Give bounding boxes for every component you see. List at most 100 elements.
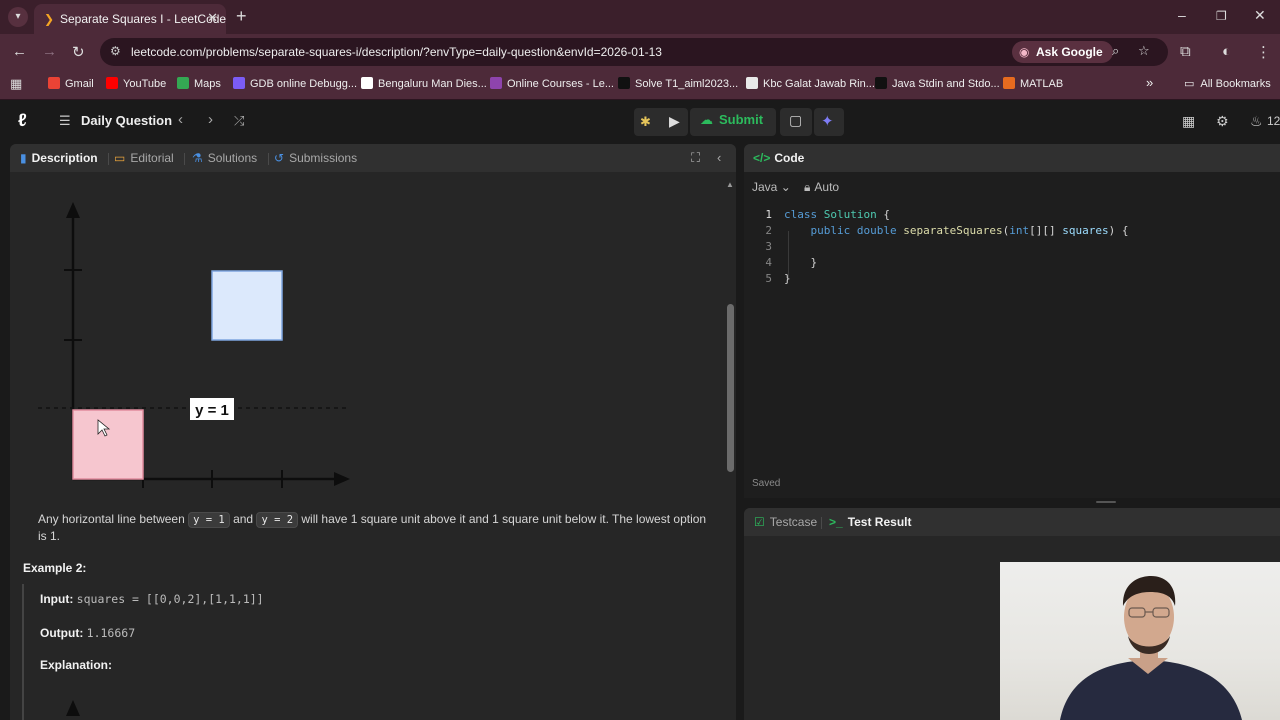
- description-scrollbar[interactable]: ▲: [726, 180, 734, 720]
- line-number: 5: [765, 272, 772, 285]
- example-explanation: Explanation:: [40, 658, 112, 672]
- debug-bug-icon[interactable]: ✱: [640, 114, 651, 130]
- code-line[interactable]: 3: [744, 240, 1280, 256]
- bookmark-star-icon[interactable]: ☆: [1138, 43, 1150, 59]
- profile-avatar-icon[interactable]: ◐: [1222, 43, 1231, 60]
- bookmark-label: GDB online Debugg...: [250, 78, 358, 90]
- code-line[interactable]: 4 }: [744, 256, 1280, 272]
- bookmark-solve[interactable]: Solve T1_aiml2023...: [618, 77, 738, 90]
- next-problem-icon[interactable]: ›: [208, 111, 213, 128]
- browser-menu-icon[interactable]: ⋮: [1256, 43, 1271, 61]
- document-icon: ▮: [20, 151, 27, 165]
- tab-divider: [821, 517, 822, 529]
- new-tab-icon[interactable]: +: [236, 6, 247, 27]
- example-explanation-text: Any horizontal line between y = 1 and y …: [38, 511, 708, 545]
- bookmark-online-courses[interactable]: Online Courses - Le...: [490, 77, 614, 90]
- bookmark-label: MATLAB: [1020, 78, 1064, 90]
- more-bookmarks-icon[interactable]: »: [1146, 75, 1153, 90]
- tab-testcase[interactable]: ☑ Testcase: [754, 515, 817, 529]
- bookmark-matlab[interactable]: MATLAB: [1003, 77, 1063, 90]
- back-icon[interactable]: ←: [12, 43, 27, 60]
- tab-submissions[interactable]: ↺ Submissions: [274, 151, 357, 165]
- extensions-icon[interactable]: ⧉: [1180, 43, 1191, 60]
- site-info-icon[interactable]: ⚙: [110, 44, 121, 58]
- kbc-icon: [746, 77, 758, 89]
- code-line[interactable]: 2 public double separateSquares(int[][] …: [744, 224, 1280, 240]
- param-name: squares: [1062, 224, 1109, 237]
- line-label: y = 1: [195, 402, 229, 419]
- submit-button[interactable]: ☁ Submit: [700, 112, 763, 128]
- auto-label: Auto: [814, 180, 840, 194]
- bookmark-label: Online Courses - Le...: [507, 78, 614, 90]
- bookmark-kbc[interactable]: Kbc Galat Jawab Rin...: [746, 77, 875, 90]
- problem-list-icon[interactable]: ☰: [59, 113, 71, 129]
- notes-icon[interactable]: ▢: [789, 112, 802, 129]
- address-bar-row: ← → ↻ ⚙ leetcode.com/problems/separate-s…: [0, 34, 1280, 70]
- keyword: class: [784, 208, 818, 221]
- flask-icon: ⚗: [192, 151, 203, 165]
- auto-mode[interactable]: 🔒︎ Auto: [804, 180, 839, 195]
- example-2-block: Input: squares = [[0,0,2],[1,1,1]] Outpu…: [22, 584, 712, 720]
- code-line[interactable]: 1 class Solution {: [744, 208, 1280, 224]
- example-output: Output: 1.16667: [40, 626, 135, 640]
- forward-icon[interactable]: →: [42, 43, 57, 60]
- language-select[interactable]: Java ⌄: [752, 180, 791, 194]
- zoom-search-icon[interactable]: ⌕: [1112, 43, 1119, 59]
- ask-google-label: Ask Google: [1036, 45, 1103, 59]
- leetcode-logo-icon[interactable]: ℓ: [18, 110, 27, 131]
- url-text[interactable]: leetcode.com/problems/separate-squares-i…: [131, 45, 662, 59]
- bookmark-youtube[interactable]: YouTube: [106, 77, 166, 90]
- reload-icon[interactable]: ↻: [72, 43, 85, 61]
- tab-solutions[interactable]: ⚗ Solutions: [192, 151, 257, 165]
- apps-grid-icon[interactable]: ▦: [10, 76, 22, 92]
- checkbox-icon: ☑: [754, 515, 765, 529]
- browser-tab-strip: ▾ ❯ Separate Squares I - LeetCode ✕ + – …: [0, 0, 1280, 34]
- bookmark-gdb[interactable]: GDB online Debugg...: [233, 77, 357, 90]
- tab-editorial[interactable]: ▭ Editorial: [114, 151, 174, 165]
- all-bookmarks[interactable]: ▭ All Bookmarks: [1184, 77, 1271, 90]
- shuffle-icon[interactable]: ⤮: [234, 113, 244, 129]
- scroll-thumb[interactable]: [727, 304, 734, 472]
- code-line[interactable]: 5}: [744, 272, 1280, 288]
- tab-search-icon[interactable]: ▾: [8, 7, 28, 27]
- run-play-icon[interactable]: ▶: [669, 113, 680, 130]
- collapse-panel-icon[interactable]: ‹: [717, 150, 721, 165]
- bookmark-java-stdin[interactable]: Java Stdin and Stdo...: [875, 77, 1000, 90]
- tab-label: Submissions: [289, 151, 358, 165]
- scroll-up-icon[interactable]: ▲: [726, 180, 734, 189]
- splitter-grip[interactable]: [1096, 501, 1116, 503]
- layout-icon[interactable]: ▦: [1182, 113, 1195, 130]
- text-span: Any horizontal line between: [38, 512, 185, 526]
- lens-icon: ◉: [1019, 45, 1030, 59]
- tab-label: Description: [31, 151, 98, 165]
- youtube-icon: [106, 77, 118, 89]
- tab-test-result[interactable]: >_ Test Result: [829, 515, 911, 529]
- browser-tab[interactable]: ❯ Separate Squares I - LeetCode ✕: [34, 4, 226, 34]
- url-box[interactable]: ⚙ leetcode.com/problems/separate-squares…: [100, 38, 1168, 66]
- daily-question-title[interactable]: Daily Question: [81, 113, 172, 128]
- tab-description[interactable]: ▮ Description: [20, 151, 98, 165]
- ask-google-button[interactable]: ◉ Ask Google: [1012, 41, 1113, 63]
- code-editor[interactable]: 1 class Solution { 2 public double separa…: [744, 208, 1280, 428]
- bookmark-gmail[interactable]: Gmail: [48, 77, 94, 90]
- panel-splitter[interactable]: [744, 498, 1280, 506]
- pink-square: [72, 409, 144, 480]
- brace: }: [784, 272, 791, 285]
- streak-flame-icon[interactable]: ♨: [1250, 113, 1263, 130]
- maps-icon: [177, 77, 189, 89]
- restore-icon[interactable]: ❐: [1216, 9, 1227, 23]
- window-close-icon[interactable]: ✕: [1254, 7, 1266, 24]
- ai-sparkle-icon[interactable]: ✦: [821, 112, 834, 130]
- bookmark-maps[interactable]: Maps: [177, 77, 221, 90]
- class-name: Solution: [823, 208, 877, 221]
- prev-problem-icon[interactable]: ‹: [178, 111, 183, 128]
- settings-gear-icon[interactable]: ⚙: [1216, 113, 1229, 130]
- close-tab-icon[interactable]: ✕: [207, 10, 218, 26]
- line-number: 4: [765, 256, 772, 269]
- bookmark-bengaluru[interactable]: Bengaluru Man Dies...: [361, 77, 487, 90]
- line-number: 3: [765, 240, 772, 253]
- method-name: separateSquares: [903, 224, 1003, 237]
- minimize-icon[interactable]: –: [1178, 7, 1186, 23]
- courses-icon: [490, 77, 502, 89]
- maximize-icon[interactable]: ⛶: [691, 150, 700, 166]
